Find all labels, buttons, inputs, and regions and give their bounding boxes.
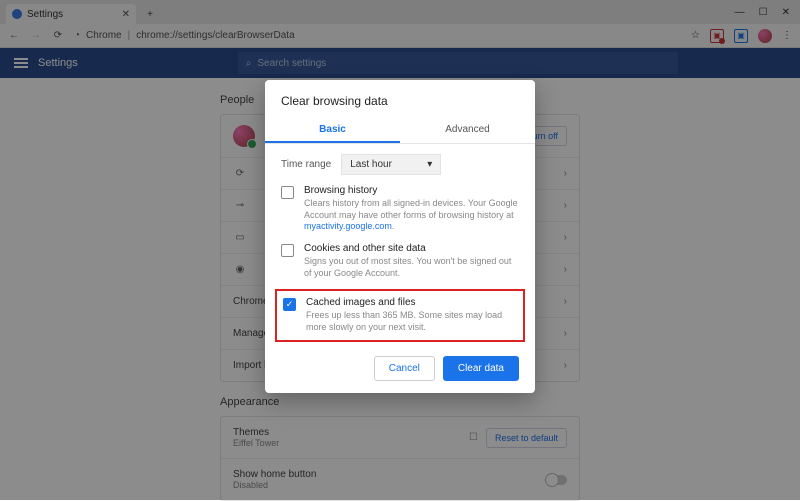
item-desc: Clears history from all signed-in device…	[304, 198, 519, 233]
tab-basic[interactable]: Basic	[265, 118, 400, 143]
dialog-tabs: Basic Advanced	[265, 118, 535, 144]
time-range-value: Last hour	[350, 159, 392, 170]
time-range-select[interactable]: Last hour ▾	[341, 154, 441, 175]
dialog-title: Clear browsing data	[281, 94, 519, 108]
clear-data-button[interactable]: Clear data	[443, 356, 519, 381]
cached-files-item[interactable]: ✓ Cached images and files Frees up less …	[283, 297, 517, 333]
browsing-history-checkbox[interactable]	[281, 186, 294, 199]
modal-overlay: Clear browsing data Basic Advanced Time …	[0, 0, 800, 500]
cancel-button[interactable]: Cancel	[374, 356, 435, 381]
dialog-buttons: Cancel Clear data	[281, 356, 519, 381]
item-title: Cached images and files	[306, 297, 517, 308]
cookies-item[interactable]: Cookies and other site data Signs you ou…	[281, 243, 519, 279]
item-desc: Signs you out of most sites. You won't b…	[304, 256, 519, 279]
cached-files-checkbox[interactable]: ✓	[283, 298, 296, 311]
clear-browsing-dialog: Clear browsing data Basic Advanced Time …	[265, 80, 535, 393]
item-title: Browsing history	[304, 185, 519, 196]
time-range-row: Time range Last hour ▾	[281, 154, 519, 175]
chevron-down-icon: ▾	[427, 159, 432, 170]
browsing-history-item[interactable]: Browsing history Clears history from all…	[281, 185, 519, 233]
myactivity-link[interactable]: myactivity.google.com	[304, 221, 392, 231]
item-desc: Frees up less than 365 MB. Some sites ma…	[306, 310, 517, 333]
item-title: Cookies and other site data	[304, 243, 519, 254]
tab-advanced[interactable]: Advanced	[400, 118, 535, 143]
highlighted-region: ✓ Cached images and files Frees up less …	[275, 289, 525, 341]
time-range-label: Time range	[281, 159, 331, 170]
cookies-checkbox[interactable]	[281, 244, 294, 257]
